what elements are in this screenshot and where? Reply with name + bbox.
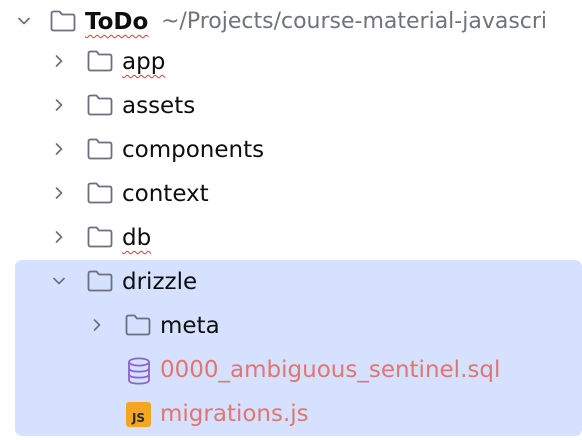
folder-label-app: app	[122, 49, 166, 75]
js-file-icon: JS	[126, 402, 151, 427]
tree-row-assets[interactable]: assets	[0, 84, 582, 128]
tree-row-context[interactable]: context	[0, 172, 582, 216]
chevron-down-icon[interactable]	[16, 13, 32, 29]
chevron-right-icon[interactable]	[51, 97, 67, 113]
folder-icon	[87, 50, 113, 72]
chevron-right-icon[interactable]	[51, 53, 67, 69]
database-icon	[128, 357, 150, 385]
tree-row-sql-file[interactable]: 0000_ambiguous_sentinel.sql	[0, 348, 582, 392]
chevron-right-icon[interactable]	[51, 141, 67, 157]
folder-icon	[87, 138, 113, 160]
chevron-right-icon[interactable]	[89, 317, 105, 333]
folder-icon	[87, 94, 113, 116]
folder-label-db: db	[122, 225, 152, 251]
folder-label-assets: assets	[122, 93, 196, 119]
project-path: ~/Projects/course-material-javascri	[161, 9, 548, 34]
folder-label-context: context	[122, 181, 209, 207]
tree-row-components[interactable]: components	[0, 128, 582, 172]
chevron-right-icon[interactable]	[51, 229, 67, 245]
folder-icon	[50, 10, 76, 32]
folder-label-drizzle: drizzle	[122, 269, 198, 295]
tree-row-app[interactable]: app	[0, 40, 582, 84]
folder-label-meta: meta	[160, 313, 220, 339]
tree-row-project-root[interactable]: ToDo ~/Projects/course-material-javascri	[0, 0, 582, 44]
project-tree: ToDo ~/Projects/course-material-javascri…	[0, 0, 582, 440]
folder-icon	[87, 226, 113, 248]
tree-row-js-file[interactable]: JS migrations.js	[0, 392, 582, 436]
project-name: ToDo	[85, 9, 149, 35]
file-label-sql: 0000_ambiguous_sentinel.sql	[160, 357, 501, 383]
chevron-down-icon[interactable]	[51, 273, 67, 289]
chevron-right-icon[interactable]	[51, 185, 67, 201]
tree-row-meta[interactable]: meta	[0, 304, 582, 348]
tree-row-db[interactable]: db	[0, 216, 582, 260]
folder-label-components: components	[122, 137, 265, 163]
tree-row-drizzle[interactable]: drizzle	[0, 260, 582, 304]
folder-icon	[125, 314, 151, 336]
file-label-js: migrations.js	[160, 401, 309, 427]
folder-icon	[87, 182, 113, 204]
folder-icon	[87, 270, 113, 292]
